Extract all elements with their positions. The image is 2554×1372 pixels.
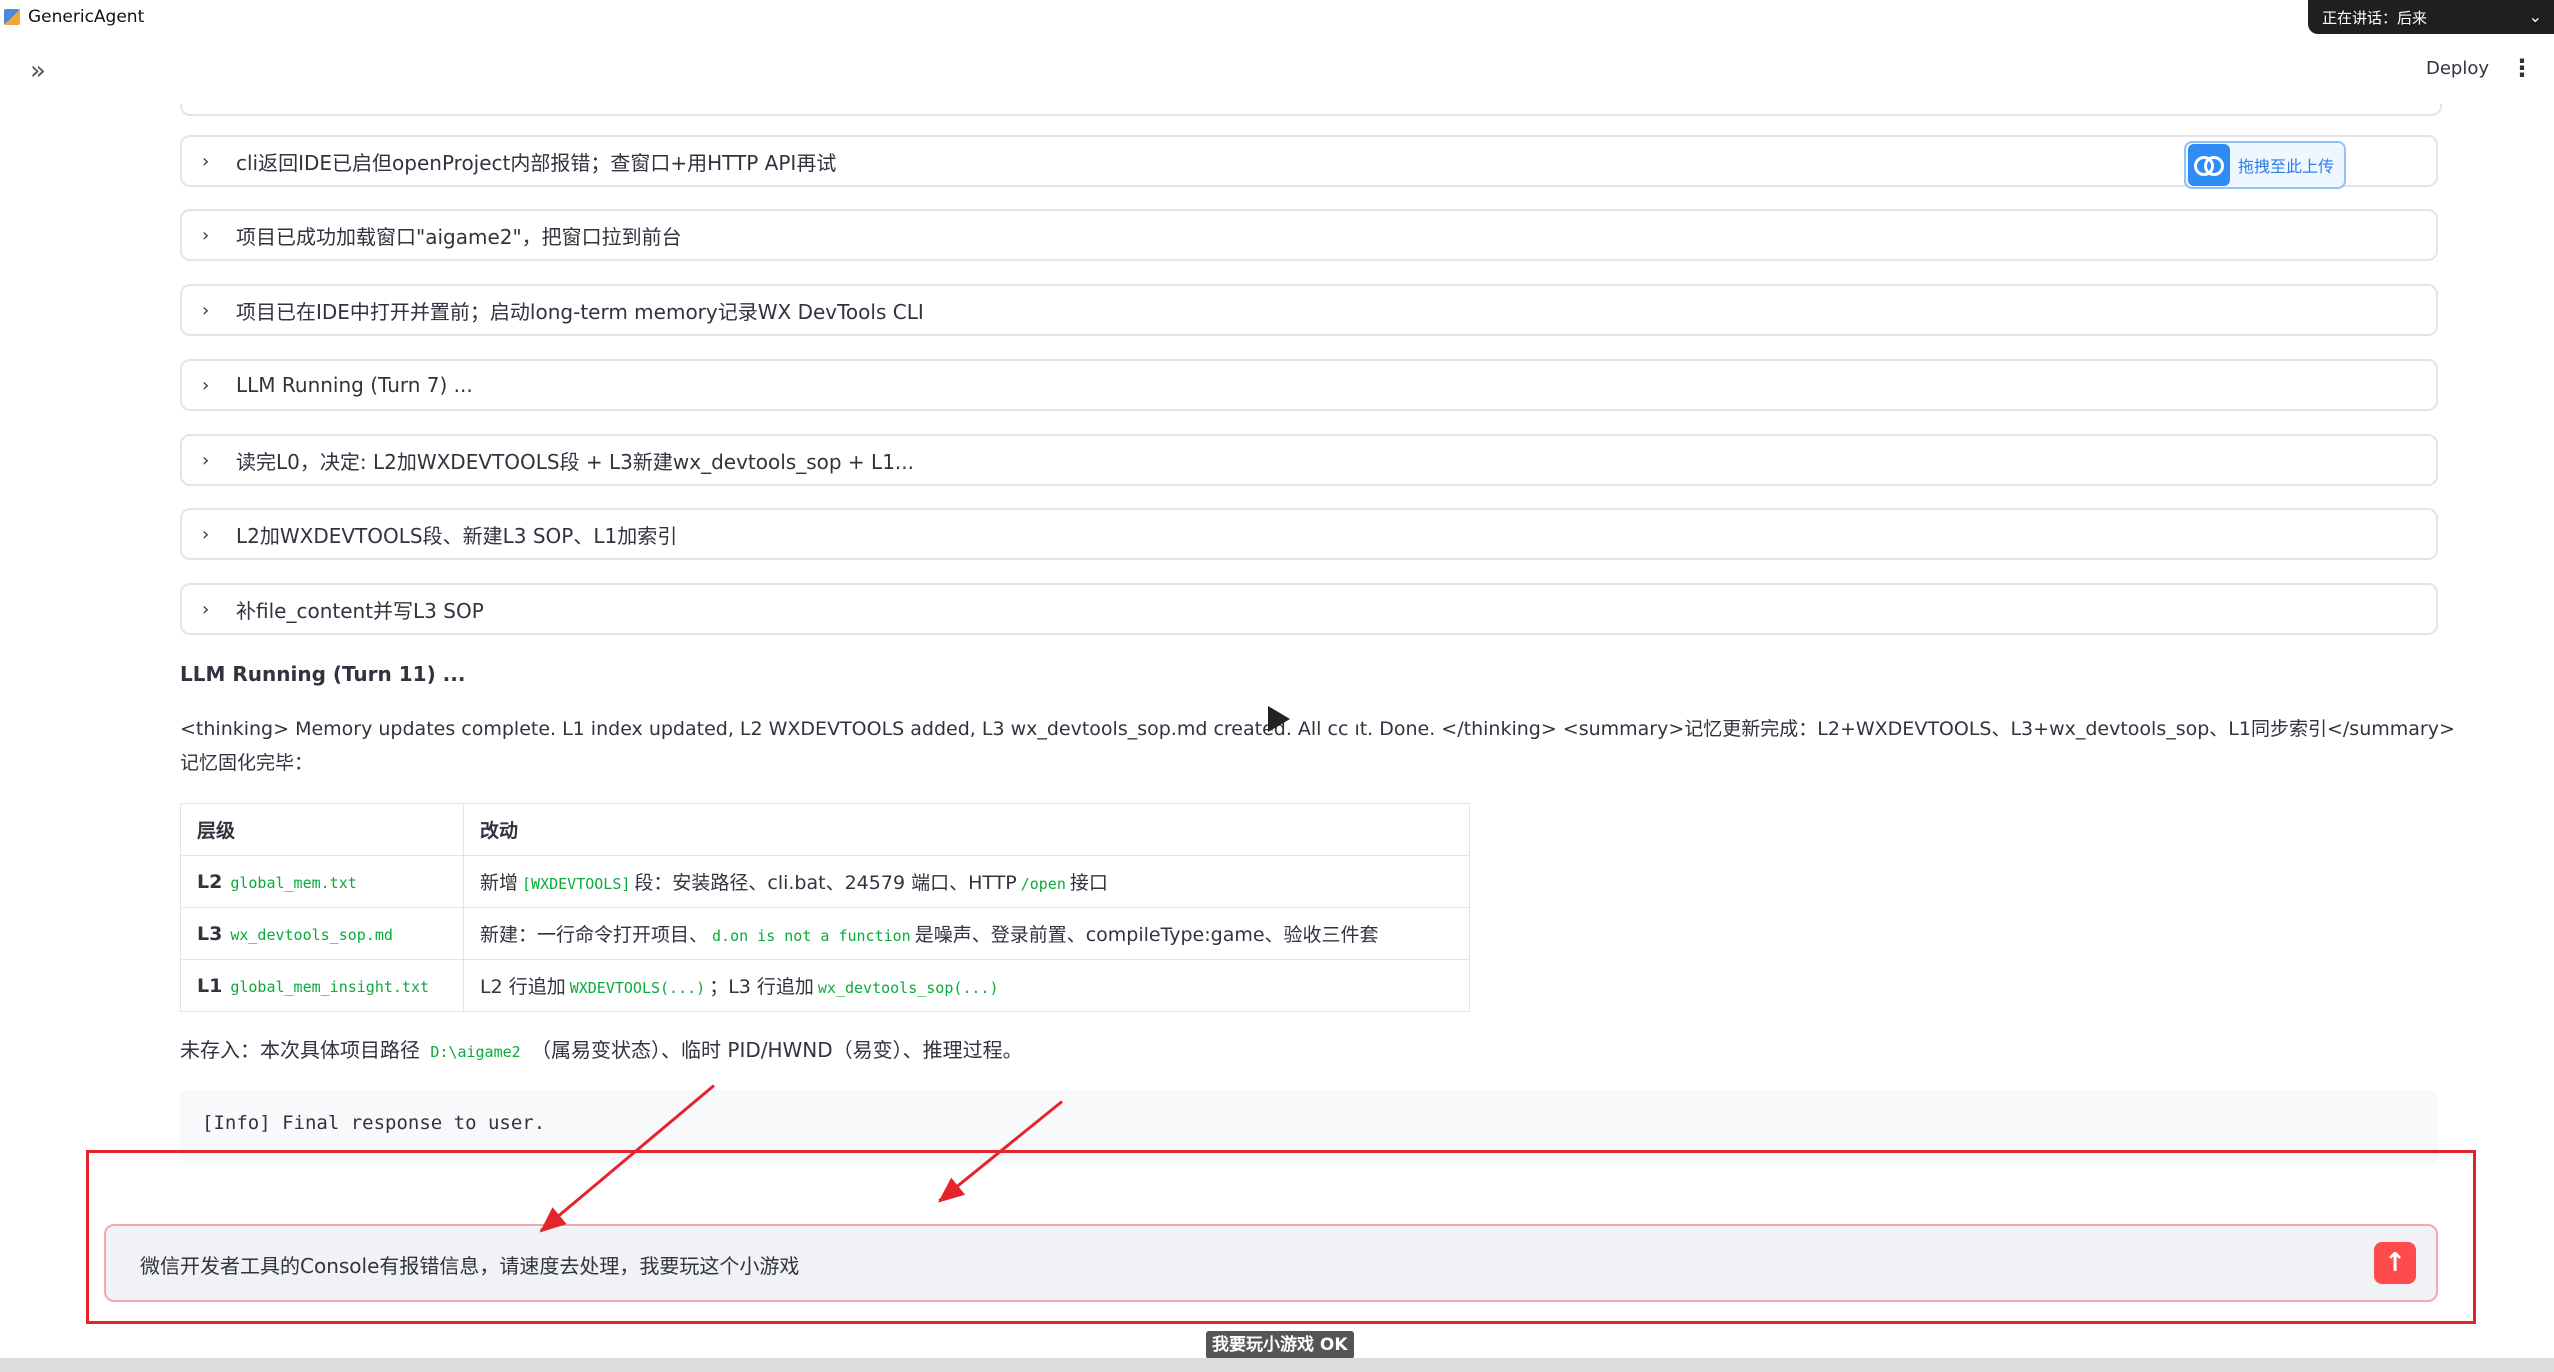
inline-code: d.on is not a function [712,927,911,945]
upload-label: 拖拽至此上传 [2238,157,2335,176]
level-label: L2 [197,870,223,893]
expander-step[interactable]: › 补file_content并写L3 SOP [180,583,2438,635]
window-title: GenericAgent [28,7,145,27]
chevron-right-icon: › [202,523,210,545]
chevron-right-icon: › [202,374,210,396]
cell-text: 新建：一行命令打开项目、 [480,924,709,946]
turn-heading: LLM Running (Turn 11) ... [180,662,466,686]
table-row: L3 wx_devtools_sop.md 新建：一行命令打开项目、 d.on is… [180,907,1470,960]
table-cell: L1 global_mem_insight.txt [180,959,464,1012]
expander-step[interactable]: › 项目已在IDE中打开并置前；启动long-term memory记录WX D… [180,284,2438,336]
inline-code: WXDEVTOOLS(...) [569,979,706,997]
table-row: L2 global_mem.txt 新增 [WXDEVTOOLS] 段：安装路径、cl… [180,855,1470,908]
table-header-row: 层级 改动 [180,803,1470,856]
file-code: global_mem_insight.txt [230,977,430,996]
file-code: wx_devtools_sop.md [230,925,393,944]
expander-label: 补file_content并写L3 SOP [236,598,484,623]
expander-step[interactable]: › 读完L0，决定: L2加WXDEVTOOLS段 + L3新建wx_devto… [180,434,2438,486]
chevron-right-icon: › [202,150,210,172]
cell-text: 段：安装路径、cli.bat、24579 端口、HTTP [634,872,1017,894]
expander-label: L2加WXDEVTOOLS段、新建L3 SOP、L1加索引 [236,523,678,548]
chevron-right-icon: › [202,224,210,246]
annotation-highlight-box [86,1150,2476,1324]
chevron-right-icon: › [202,449,210,471]
play-icon[interactable] [1268,706,1290,732]
chevron-down-icon[interactable]: ⌄ [2529,7,2542,26]
cell-text: ；L3 行追加 [709,976,814,998]
speaking-text: 正在讲话：后来 [2322,8,2428,27]
app-icon [4,9,20,25]
column-header: 层级 [180,803,464,856]
response-text: 记忆固化完毕： [180,752,314,774]
info-text: [Info] Final response to user. [202,1112,546,1134]
title-bar: GenericAgent [0,0,2554,34]
previous-expander-edge [180,104,2442,116]
cell-text: 接口 [1069,872,1108,894]
expander-step[interactable]: › 项目已成功加载窗口"aigame2"，把窗口拉到前台 [180,209,2438,261]
expander-label: cli返回IDE已启但openProject内部报错；查窗口+用HTTP API… [236,150,837,175]
toast-notification: 我要玩小游戏 OK [1206,1331,1354,1359]
inline-code: wx_devtools_sop(...) [817,979,999,997]
level-label: L1 [197,974,223,997]
table-cell: 新建：一行命令打开项目、 d.on is not a function 是噪声、登录… [463,907,1470,960]
expander-step[interactable]: › cli返回IDE已启但openProject内部报错；查窗口+用HTTP A… [180,135,2438,187]
table-cell: 新增 [WXDEVTOOLS] 段：安装路径、cli.bat、24579 端口、HT… [463,855,1470,908]
inline-code: D:\aigame2 [430,1043,521,1061]
level-label: L3 [197,922,223,945]
chevron-right-icon: › [202,598,210,620]
cell-text: 新增 [480,872,519,894]
table-cell: L3 wx_devtools_sop.md [180,907,464,960]
cell-text: 是噪声、登录前置、compileType:game、验收三件套 [914,924,1379,946]
note-text: （属易变状态）、临时 PID/HWND（易变）、推理过程。 [531,1038,1023,1062]
not-saved-note: 未存入：本次具体项目路径 D:\aigame2 （属易变状态）、临时 PID/H… [180,1034,1023,1063]
expander-step[interactable]: › LLM Running (Turn 7) ... [180,359,2438,411]
inline-code: /open [1020,875,1066,893]
sidebar-expand-icon[interactable]: » [30,56,46,86]
chevron-right-icon: › [202,299,210,321]
note-text: 未存入：本次具体项目路径 [180,1038,420,1062]
file-code: global_mem.txt [230,873,357,892]
cloud-upload-icon [2188,144,2230,186]
memory-table: 层级 改动 L2 global_mem.txt 新增 [WXDEVTOOLS] 段：安… [180,803,1470,1012]
table-cell: L2 global_mem.txt [180,855,464,908]
expander-label: 项目已在IDE中打开并置前；启动long-term memory记录WX Dev… [236,299,924,324]
bottom-bar [0,1358,2554,1372]
main-menu-icon[interactable]: ⋮ [2510,54,2534,82]
table-row: L1 global_mem_insight.txt L2 行追加 WXDEVTOOL… [180,959,1470,1012]
column-header: 改动 [463,803,1470,856]
expander-label: 读完L0，决定: L2加WXDEVTOOLS段 + L3新建wx_devtool… [236,449,914,474]
expander-label: LLM Running (Turn 7) ... [236,373,473,397]
expander-step[interactable]: › L2加WXDEVTOOLS段、新建L3 SOP、L1加索引 [180,508,2438,560]
response-text: <thinking> Memory updates complete. L1 i… [180,718,2455,740]
speaking-indicator[interactable]: 正在讲话：后来 ⌄ [2308,0,2554,34]
expander-label: 项目已成功加载窗口"aigame2"，把窗口拉到前台 [236,224,682,249]
cell-text: L2 行追加 [480,976,566,998]
table-cell: L2 行追加 WXDEVTOOLS(...) ；L3 行追加 wx_devtools_… [463,959,1470,1012]
inline-code: [WXDEVTOOLS] [522,875,631,893]
deploy-button[interactable]: Deploy [2426,58,2489,79]
upload-dropzone-button[interactable]: 拖拽至此上传 [2184,141,2346,189]
